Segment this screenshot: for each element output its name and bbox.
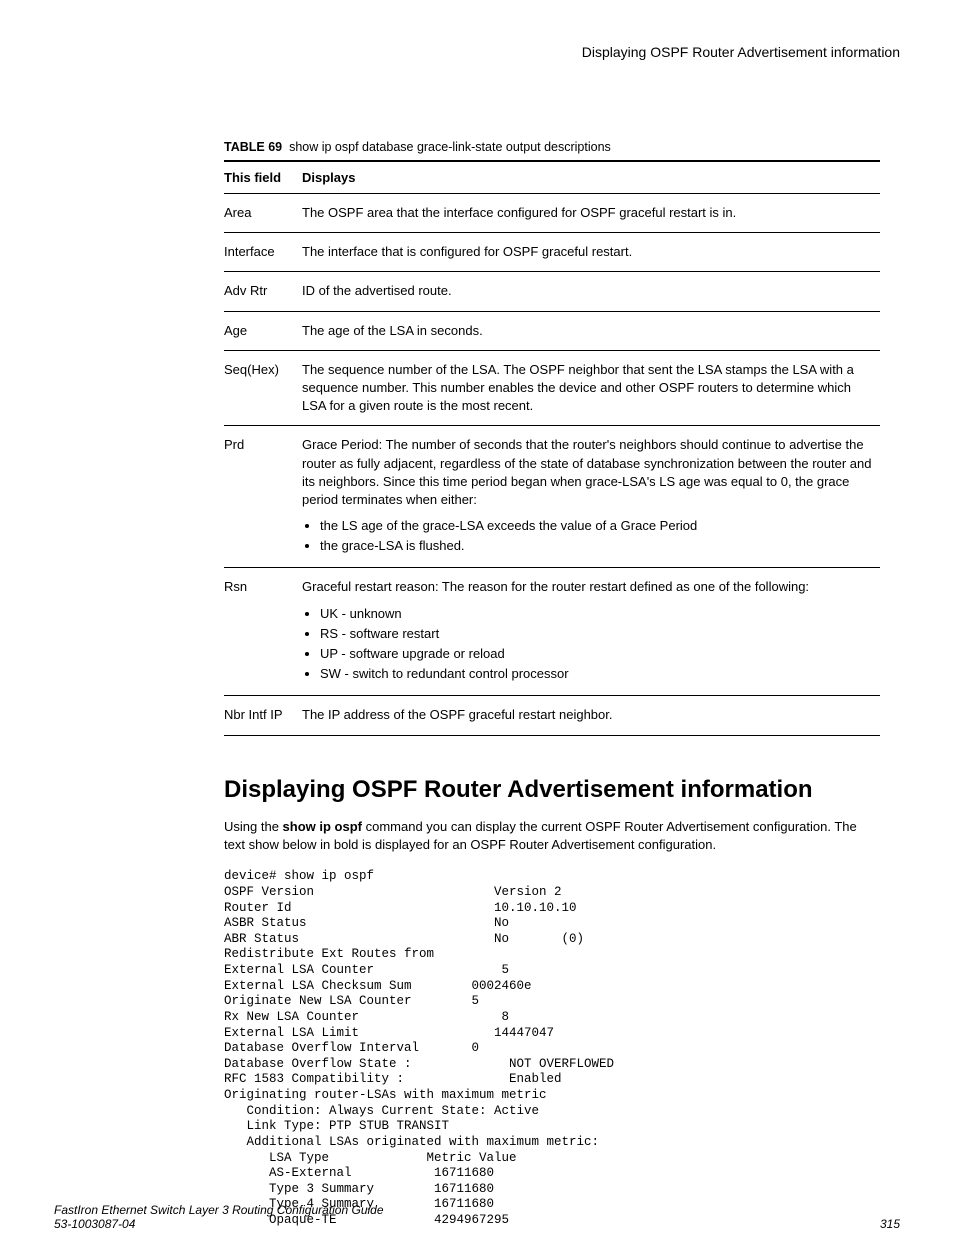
prd-bullet-list: the LS age of the grace-LSA exceeds the … [302, 517, 874, 555]
table-row: Seq(Hex) The sequence number of the LSA.… [224, 350, 880, 426]
table-row: Prd Grace Period: The number of seconds … [224, 426, 880, 568]
table-row: Interface The interface that is configur… [224, 233, 880, 272]
field-name: Nbr Intf IP [224, 696, 302, 735]
table-row: Age The age of the LSA in seconds. [224, 311, 880, 350]
footer-page-number: 315 [880, 1217, 900, 1231]
col-header-field: This field [224, 161, 302, 194]
table-row: Adv Rtr ID of the advertised route. [224, 272, 880, 311]
table-label: TABLE 69 [224, 140, 282, 154]
field-desc: The IP address of the OSPF graceful rest… [302, 696, 880, 735]
table-caption: TABLE 69 show ip ospf database grace-lin… [224, 140, 880, 154]
footer-doc-number: 53-1003087-04 [54, 1217, 384, 1231]
field-name: Seq(Hex) [224, 350, 302, 426]
field-name: Rsn [224, 568, 302, 696]
footer-book-title: FastIron Ethernet Switch Layer 3 Routing… [54, 1203, 384, 1217]
field-name: Area [224, 194, 302, 233]
cli-output: device# show ip ospf OSPF Version Versio… [224, 869, 880, 1228]
section-paragraph: Using the show ip ospf command you can d… [224, 818, 880, 856]
list-item: the grace-LSA is flushed. [320, 537, 874, 555]
rsn-lead-text: Graceful restart reason: The reason for … [302, 579, 809, 594]
page-footer: FastIron Ethernet Switch Layer 3 Routing… [54, 1203, 900, 1231]
section-heading: Displaying OSPF Router Advertisement inf… [224, 776, 880, 804]
para-text-pre: Using the [224, 819, 283, 834]
table-caption-text: show ip ospf database grace-link-state o… [289, 140, 611, 154]
running-header: Displaying OSPF Router Advertisement inf… [54, 44, 900, 60]
field-desc: The age of the LSA in seconds. [302, 311, 880, 350]
field-name: Age [224, 311, 302, 350]
field-name: Prd [224, 426, 302, 568]
field-desc: Graceful restart reason: The reason for … [302, 568, 880, 696]
field-desc: ID of the advertised route. [302, 272, 880, 311]
table-row: Nbr Intf IP The IP address of the OSPF g… [224, 696, 880, 735]
rsn-bullet-list: UK - unknown RS - software restart UP - … [302, 605, 874, 684]
field-name: Adv Rtr [224, 272, 302, 311]
page: Displaying OSPF Router Advertisement inf… [0, 0, 954, 1259]
table-row: Rsn Graceful restart reason: The reason … [224, 568, 880, 696]
field-desc: The interface that is configured for OSP… [302, 233, 880, 272]
list-item: RS - software restart [320, 625, 874, 643]
col-header-displays: Displays [302, 161, 880, 194]
prd-lead-text: Grace Period: The number of seconds that… [302, 437, 871, 507]
field-desc: The sequence number of the LSA. The OSPF… [302, 350, 880, 426]
field-desc: Grace Period: The number of seconds that… [302, 426, 880, 568]
list-item: UP - software upgrade or reload [320, 645, 874, 663]
content-area: TABLE 69 show ip ospf database grace-lin… [224, 140, 880, 1229]
table-row: Area The OSPF area that the interface co… [224, 194, 880, 233]
output-descriptions-table: This field Displays Area The OSPF area t… [224, 160, 880, 736]
field-name: Interface [224, 233, 302, 272]
list-item: UK - unknown [320, 605, 874, 623]
field-desc: The OSPF area that the interface configu… [302, 194, 880, 233]
footer-left: FastIron Ethernet Switch Layer 3 Routing… [54, 1203, 384, 1231]
list-item: SW - switch to redundant control process… [320, 665, 874, 683]
list-item: the LS age of the grace-LSA exceeds the … [320, 517, 874, 535]
command-name: show ip ospf [283, 819, 362, 834]
